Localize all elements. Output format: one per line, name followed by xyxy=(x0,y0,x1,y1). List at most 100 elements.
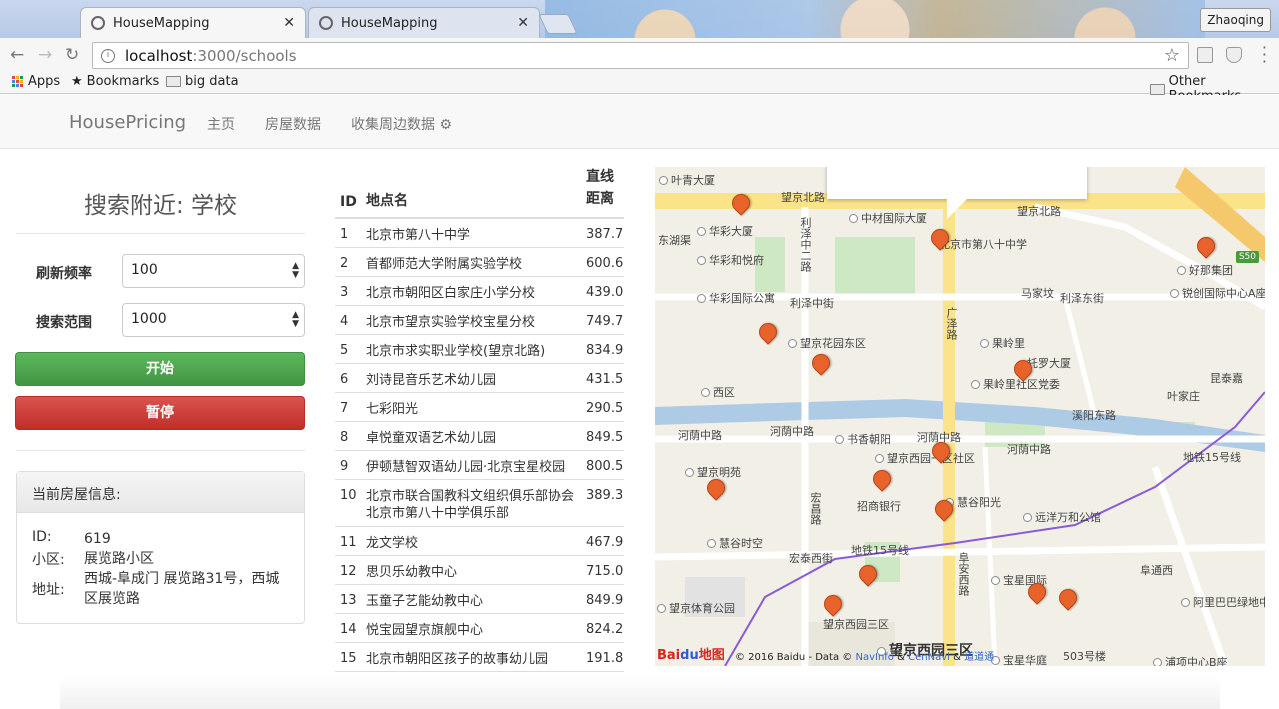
map-label: 望京明苑 xyxy=(685,464,741,480)
divider xyxy=(16,233,305,234)
table-row: 15 北京市朝阳区孩子的故事幼儿园 191.8 xyxy=(335,643,624,672)
table-row: 14 悦宝园望京旗舰中心 824.2 xyxy=(335,614,624,643)
shield-extension-icon[interactable] xyxy=(1226,47,1242,63)
profile-button[interactable]: Zhaoqing xyxy=(1200,8,1271,32)
nav-collect-nearby[interactable]: 收集周边数据 ⚙ xyxy=(351,114,452,134)
bookmark-label: Bookmarks xyxy=(86,74,160,89)
row-id: 12 xyxy=(340,564,357,579)
table-row: 6 刘诗昆音乐艺术幼儿园 431.5 xyxy=(335,364,624,393)
map-label: 果岭里社区党委 xyxy=(971,376,1060,392)
map-label-text: 利泽东街 xyxy=(1060,292,1104,305)
reload-icon[interactable]: ↻ xyxy=(65,45,79,65)
row-place-name: 悦宝园望京旗舰中心 xyxy=(366,623,484,638)
map-label-text: 马家坟 xyxy=(1021,287,1054,300)
page-footer xyxy=(60,676,1220,709)
tab-close-icon[interactable]: ✕ xyxy=(517,15,529,31)
row-place-name: 刘诗昆音乐艺术幼儿园 xyxy=(366,373,497,388)
row-id: 11 xyxy=(340,535,357,550)
poi-icon xyxy=(788,339,797,348)
url-host: localhost xyxy=(125,46,193,65)
row-distance: 715.0 xyxy=(586,564,624,579)
copyright-link-navinfo[interactable]: NavInfo xyxy=(855,652,893,663)
site-info-icon[interactable]: i xyxy=(101,48,115,63)
app-navbar: HousePricing 主页 房屋数据 收集周边数据 ⚙ xyxy=(0,95,1279,149)
row-id: 15 xyxy=(340,651,357,666)
row-distance: 387.7 xyxy=(586,227,624,242)
folder-icon xyxy=(1150,83,1165,95)
forward-arrow-icon[interactable]: → xyxy=(38,45,52,65)
map-label-text: 华彩和悦府 xyxy=(709,254,764,267)
address-bar[interactable]: i localhost:3000/schools ☆ xyxy=(92,42,1189,69)
poi-icon xyxy=(697,294,706,303)
row-id: 4 xyxy=(340,314,349,329)
map-label: 阜通西 xyxy=(1140,562,1173,578)
row-place-name: 北京市望京实验学校宝星分校 xyxy=(366,315,536,330)
row-place-name: 北京市朝阳区白家庄小学分校 xyxy=(366,286,536,301)
pause-button[interactable]: 暂停 xyxy=(15,396,305,430)
map-label: 望京西园一区社区 xyxy=(875,450,975,466)
row-distance: 439.0 xyxy=(586,285,624,300)
map-label: 叶家庄 xyxy=(1167,388,1200,404)
bookmark-star-icon[interactable]: ☆ xyxy=(1164,45,1180,66)
poi-icon xyxy=(971,380,980,389)
highway-shield: S50 xyxy=(1235,251,1259,263)
row-distance: 824.2 xyxy=(586,622,624,637)
row-place-name: 北京市联合国教科文组织俱乐部协会北京市第八十中学俱乐部 xyxy=(366,489,575,521)
map-label-text: 广泽路 xyxy=(945,307,958,340)
star-icon: ★ xyxy=(71,74,83,89)
brand-link[interactable]: HousePricing xyxy=(69,112,186,133)
row-place-name: 伊顿慧智双语幼儿园·北京宝星校园 xyxy=(366,460,566,475)
copyright-link-daodaotong[interactable]: 道道通 xyxy=(964,652,994,663)
browser-tab-active[interactable]: HouseMapping ✕ xyxy=(80,7,306,38)
apps-grid-icon xyxy=(12,76,23,87)
map-label-text: 托罗大厦 xyxy=(1027,357,1071,370)
map-label-text: 浦项中心B座 xyxy=(1165,656,1228,666)
house-id-row: ID: 619 xyxy=(32,529,289,549)
map-label: 好那集团 xyxy=(1177,262,1233,278)
tab-close-icon[interactable]: ✕ xyxy=(283,15,295,31)
map-label-text: 北京市第八十中学 xyxy=(939,238,1027,251)
refresh-select[interactable]: 100 ▲ ▼ xyxy=(122,254,305,288)
row-distance: 800.5 xyxy=(586,459,624,474)
row-place-name: 首都师范大学附属实验学校 xyxy=(366,257,523,272)
map-label: 华彩国际公寓 xyxy=(697,290,775,306)
start-button[interactable]: 开始 xyxy=(15,352,305,386)
map-label: 利泽东街 xyxy=(1060,290,1104,306)
row-id: 3 xyxy=(340,285,349,300)
nav-home[interactable]: 主页 xyxy=(207,114,235,134)
browser-tab[interactable]: HouseMapping ✕ xyxy=(308,7,540,38)
baidu-logo: Baidu地图 xyxy=(657,648,725,663)
bookmarks-bar: Apps ★ Bookmarks big data Other Bookmark… xyxy=(0,72,1279,104)
poi-icon xyxy=(980,339,989,348)
baidu-map[interactable]: 叶青大厦 望京北路 中材国际大厦 北京市第八十中学 望京北路 东湖渠 华彩大厦 利泽中二路 华彩… xyxy=(655,167,1265,666)
map-label: 书香朝阳 xyxy=(835,431,891,447)
map-label-text: 503号楼 xyxy=(1063,650,1106,663)
map-label-text: 阜通西 xyxy=(1140,564,1173,577)
browser-tabstrip: HouseMapping ✕ HouseMapping ✕ Zhaoqing xyxy=(0,0,1279,38)
bookmark-apps[interactable]: Apps xyxy=(12,74,60,89)
map-label: 华彩和悦府 xyxy=(697,252,764,268)
poi-icon xyxy=(1153,658,1162,666)
folder-icon xyxy=(166,76,181,87)
table-header: ID 地点名 直线 距离 xyxy=(335,168,624,219)
map-label-text: 慧谷时空 xyxy=(719,537,763,550)
table-row: 8 卓悦童双语艺术幼儿园 849.5 xyxy=(335,422,624,451)
distance-header-line2: 距离 xyxy=(586,191,614,207)
back-arrow-icon[interactable]: ← xyxy=(10,45,24,65)
house-id-label: ID: xyxy=(32,529,52,545)
bookmark-folder-big-data[interactable]: big data xyxy=(166,74,239,89)
copyright-link-cennavi[interactable]: CenNavi xyxy=(908,652,950,663)
map-label-text: 远洋万和公馆 xyxy=(1035,511,1101,524)
bookmark-bookmarks[interactable]: ★ Bookmarks xyxy=(71,74,159,89)
nav-house-data[interactable]: 房屋数据 xyxy=(265,114,321,134)
table-row: 9 伊顿慧智双语幼儿园·北京宝星校园 800.5 xyxy=(335,451,624,480)
row-place-name: 思贝乐幼教中心 xyxy=(366,565,458,580)
nav-collect-label: 收集周边数据 xyxy=(351,117,435,133)
range-select[interactable]: 1000 ▲ ▼ xyxy=(122,303,305,337)
map-label: 西区 xyxy=(701,384,735,400)
menu-dots-icon[interactable]: · · · xyxy=(1262,40,1267,70)
row-place-name: 龙文学校 xyxy=(366,536,419,551)
map-label-text: 宝星华庭 xyxy=(1003,654,1047,666)
row-id: 9 xyxy=(340,459,349,474)
extension-icon[interactable] xyxy=(1197,47,1213,63)
